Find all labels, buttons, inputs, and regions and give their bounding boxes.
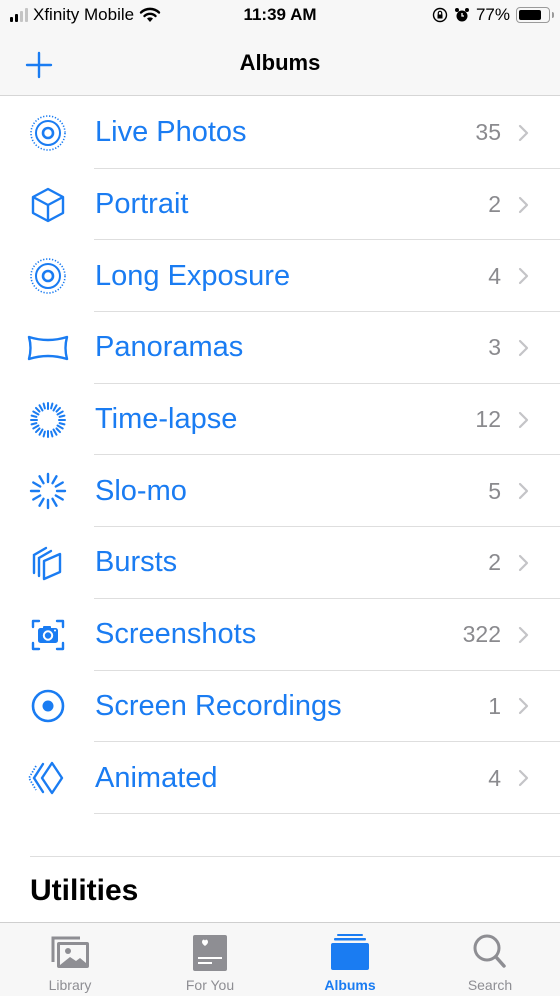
album-row-time-lapse[interactable]: Time-lapse 12 xyxy=(0,384,560,456)
chevron-right-icon xyxy=(518,483,529,500)
album-label: Screenshots xyxy=(95,618,257,651)
chevron-right-icon xyxy=(518,411,529,428)
long-exposure-icon xyxy=(26,256,70,296)
tab-bar: Library For You Albums Search xyxy=(0,922,560,996)
battery-percent: 77% xyxy=(475,5,510,24)
album-count: 2 xyxy=(488,549,501,576)
chevron-right-icon xyxy=(518,196,529,213)
chevron-right-icon xyxy=(518,554,529,572)
album-count: 4 xyxy=(488,764,501,791)
chevron-right-icon xyxy=(518,626,529,643)
album-row-screen-recordings[interactable]: Screen Recordings 1 xyxy=(0,671,560,743)
album-label: Time-lapse xyxy=(95,403,238,436)
page-title: Albums xyxy=(239,50,321,75)
album-row-panoramas[interactable]: Panoramas 3 xyxy=(0,312,560,384)
orientation-lock-icon xyxy=(432,7,448,23)
tab-search[interactable]: Search xyxy=(420,923,560,996)
chevron-right-icon xyxy=(518,698,529,715)
album-count: 2 xyxy=(488,191,501,218)
tab-label: Search xyxy=(467,977,513,993)
album-row-slo-mo[interactable]: Slo-mo 5 xyxy=(0,455,560,528)
album-label: Screen Recordings xyxy=(95,689,342,722)
animated-icon xyxy=(26,758,70,798)
album-count: 3 xyxy=(488,334,501,361)
screen-recording-icon xyxy=(26,686,70,726)
bursts-icon xyxy=(26,543,70,583)
portrait-cube-icon xyxy=(26,185,70,225)
tab-label: Library xyxy=(48,977,92,993)
album-label: Slo-mo xyxy=(95,474,187,507)
album-count: 1 xyxy=(488,692,501,719)
chevron-right-icon xyxy=(518,339,529,357)
album-row-live-photos[interactable]: Live Photos 35 xyxy=(0,97,560,169)
album-label: Portrait xyxy=(95,188,189,221)
album-row-animated[interactable]: Animated 4 xyxy=(0,742,560,814)
album-row-screenshots[interactable]: Screenshots 322 xyxy=(0,599,560,671)
chevron-right-icon xyxy=(518,268,529,285)
screenshot-icon xyxy=(26,615,70,655)
album-count: 35 xyxy=(475,119,501,146)
tab-label: For You xyxy=(185,977,235,993)
search-icon xyxy=(473,934,506,968)
album-row-long-exposure[interactable]: Long Exposure 4 xyxy=(0,240,560,313)
album-label: Long Exposure xyxy=(95,259,291,292)
section-title-utilities: Utilities xyxy=(30,874,139,907)
slo-mo-icon xyxy=(26,471,70,511)
status-bar: Xfinity Mobile 11:39 AM 77% xyxy=(0,0,560,32)
tab-label: Albums xyxy=(324,977,376,993)
album-count: 322 xyxy=(462,621,501,648)
albums-icon xyxy=(331,934,369,970)
alarm-icon xyxy=(454,8,469,22)
album-label: Bursts xyxy=(95,546,178,579)
tab-library[interactable]: Library xyxy=(0,923,140,996)
media-types-list: Live Photos 35 Portrait 2 Long Exposure … xyxy=(0,97,560,814)
album-row-bursts[interactable]: Bursts 2 xyxy=(0,527,560,599)
tab-for-you[interactable]: For You xyxy=(140,923,280,996)
chevron-right-icon xyxy=(518,124,529,141)
time-lapse-icon xyxy=(26,400,70,440)
chevron-right-icon xyxy=(518,769,529,787)
album-row-portrait[interactable]: Portrait 2 xyxy=(0,169,560,241)
album-label: Animated xyxy=(95,761,218,794)
for-you-icon xyxy=(193,935,227,971)
album-count: 5 xyxy=(488,477,501,504)
navigation-bar: Albums xyxy=(0,32,560,96)
tab-albums[interactable]: Albums xyxy=(280,923,420,996)
section-separator xyxy=(30,856,560,857)
album-label: Live Photos xyxy=(95,116,247,149)
live-photos-icon xyxy=(26,113,70,153)
status-right: 77% xyxy=(432,5,554,25)
battery-fill xyxy=(519,10,541,20)
panorama-icon xyxy=(26,328,70,368)
row-separator xyxy=(94,812,560,814)
album-count: 12 xyxy=(475,406,501,433)
album-count: 4 xyxy=(488,262,501,289)
battery-icon xyxy=(516,7,554,23)
library-icon xyxy=(51,936,89,968)
album-label: Panoramas xyxy=(95,331,244,364)
